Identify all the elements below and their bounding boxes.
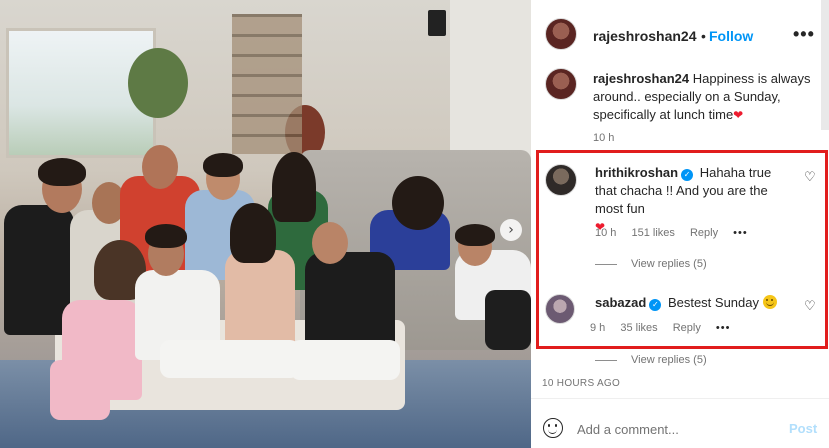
author-avatar[interactable] xyxy=(545,18,577,50)
emoji-picker-icon[interactable] xyxy=(543,418,563,438)
caption-avatar[interactable] xyxy=(545,68,577,100)
speaker xyxy=(428,10,446,36)
post-timestamp: 10 HOURS AGO xyxy=(542,378,621,389)
follow-button[interactable]: Follow xyxy=(709,28,753,44)
carousel-next-button[interactable]: › xyxy=(500,219,522,241)
replies-line xyxy=(595,359,617,361)
bookshelf xyxy=(232,14,302,154)
post-photo: › xyxy=(0,0,531,448)
pane-edge xyxy=(821,0,829,130)
highlight-box xyxy=(536,150,828,349)
post-caption: rajeshroshan24 Happiness is always aroun… xyxy=(593,70,819,124)
separator-dot: • xyxy=(701,28,706,44)
author-username[interactable]: rajeshroshan24 xyxy=(593,28,697,44)
view-replies-label[interactable]: View replies (5) xyxy=(631,354,707,366)
more-options-icon[interactable]: ••• xyxy=(793,24,815,45)
view-replies-button[interactable]: View replies (5) xyxy=(595,354,707,366)
comment-input[interactable] xyxy=(577,418,777,440)
caption-time: 10 h xyxy=(593,132,615,144)
heart-emoji: ❤ xyxy=(733,108,744,122)
divider xyxy=(531,398,829,399)
post-comment-button[interactable]: Post xyxy=(789,421,817,436)
plant xyxy=(128,48,188,118)
caption-username[interactable]: rajeshroshan24 xyxy=(593,71,689,86)
